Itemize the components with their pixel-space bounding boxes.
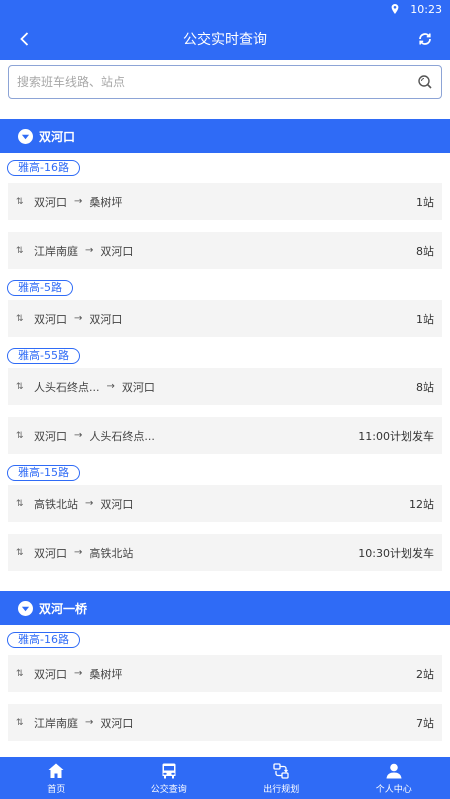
swap-icon: ⇅ — [16, 381, 24, 392]
swap-icon: ⇅ — [16, 717, 24, 728]
search-input[interactable] — [17, 75, 417, 89]
from-stop: 双河口 — [34, 546, 67, 560]
arrow-right-icon: → — [106, 381, 115, 392]
arrow-right-icon: → — [74, 430, 83, 441]
direction-row[interactable]: ⇅ 双河口 → 桑树坪 1站 — [8, 183, 442, 220]
swap-icon: ⇅ — [16, 313, 24, 324]
arrival-info: 11:00计划发车 — [358, 429, 434, 443]
from-stop: 双河口 — [34, 312, 67, 326]
direction-row[interactable]: ⇅ 江岸南庭 → 双河口 8站 — [8, 232, 442, 269]
page-title: 公交实时查询 — [183, 32, 267, 48]
arrival-info: 12站 — [409, 497, 434, 511]
arrival-info: 8站 — [416, 244, 434, 258]
direction-row[interactable]: ⇅ 人头石终点... → 双河口 8站 — [8, 368, 442, 405]
refresh-icon — [419, 33, 431, 45]
route-tag[interactable]: 雅高-55路 — [7, 347, 80, 364]
tab-label: 公交查询 — [150, 784, 187, 795]
direction-row[interactable]: ⇅ 双河口 → 双河口 1站 — [8, 300, 442, 337]
status-bar: 10:23 — [0, 0, 450, 18]
tab-label: 个人中心 — [375, 784, 412, 795]
arrow-right-icon: → — [74, 547, 83, 558]
from-stop: 人头石终点... — [34, 380, 100, 394]
to-stop: 桑树坪 — [89, 667, 123, 681]
swap-icon: ⇅ — [16, 430, 24, 441]
to-stop: 双河口 — [100, 244, 134, 258]
swap-icon: ⇅ — [16, 547, 24, 558]
tab-label: 首页 — [47, 784, 66, 795]
arrival-info: 7站 — [416, 716, 434, 730]
arrival-info: 2站 — [416, 667, 434, 681]
person-icon — [386, 763, 402, 778]
route-tag[interactable]: 雅高-16路 — [7, 160, 80, 176]
from-stop: 双河口 — [34, 429, 67, 443]
tab-home[interactable]: 首页 — [0, 757, 113, 799]
arrival-info: 1站 — [416, 195, 434, 209]
search-box[interactable] — [8, 65, 442, 99]
to-stop: 双河口 — [100, 716, 134, 730]
to-stop: 双河口 — [89, 312, 123, 326]
arrow-right-icon: → — [74, 313, 83, 324]
route-plan-icon — [273, 762, 289, 779]
arrow-right-icon: → — [85, 717, 94, 728]
stop-header[interactable]: 双河口 — [0, 119, 450, 153]
tab-route-plan[interactable]: 出行规划 — [225, 757, 338, 799]
arrival-info: 8站 — [416, 380, 434, 394]
home-icon — [48, 763, 64, 778]
arrow-right-icon: → — [85, 498, 94, 509]
direction-row[interactable]: ⇅ 双河口 → 桑树坪 2站 — [8, 655, 442, 692]
direction-row[interactable]: ⇅ 双河口 → 高铁北站 10:30计划发车 — [8, 534, 442, 571]
stop-name: 双河一桥 — [39, 601, 88, 616]
stop-name: 双河口 — [39, 129, 76, 144]
swap-icon: ⇅ — [16, 245, 24, 256]
arrow-right-icon: → — [74, 196, 83, 207]
tab-bus-query[interactable]: 公交查询 — [113, 757, 226, 799]
status-time: 10:23 — [410, 2, 442, 16]
direction-row[interactable]: ⇅ 高铁北站 → 双河口 12站 — [8, 485, 442, 522]
tab-label: 出行规划 — [263, 784, 300, 795]
chevron-down-icon — [18, 600, 33, 616]
to-stop: 桑树坪 — [89, 195, 123, 209]
to-stop: 人头石终点... — [89, 429, 155, 443]
swap-icon: ⇅ — [16, 668, 24, 679]
to-stop: 高铁北站 — [89, 546, 134, 560]
from-stop: 双河口 — [34, 195, 67, 209]
bottom-tabbar: 首页 公交查询 出行规划 个人中心 — [0, 757, 450, 799]
to-stop: 双河口 — [121, 380, 155, 394]
from-stop: 双河口 — [34, 667, 67, 681]
search-area — [0, 60, 450, 104]
top-navbar: 公交实时查询 — [0, 18, 450, 60]
direction-row[interactable]: ⇅ 江岸南庭 → 双河口 7站 — [8, 704, 442, 741]
route-tag[interactable]: 雅高-15路 — [7, 464, 80, 481]
swap-icon: ⇅ — [16, 498, 24, 509]
to-stop: 双河口 — [100, 497, 134, 511]
search-icon[interactable] — [417, 74, 433, 90]
chevron-left-icon — [20, 32, 29, 46]
swap-icon: ⇅ — [16, 196, 24, 207]
back-button[interactable] — [14, 28, 36, 50]
tab-profile[interactable]: 个人中心 — [338, 757, 450, 799]
arrow-right-icon: → — [85, 245, 94, 256]
location-icon — [391, 4, 399, 14]
stop-header[interactable]: 双河一桥 — [0, 591, 450, 625]
direction-row[interactable]: ⇅ 双河口 → 人头石终点... 11:00计划发车 — [8, 417, 442, 454]
bus-icon — [162, 763, 176, 778]
arrival-info: 1站 — [416, 312, 434, 326]
from-stop: 高铁北站 — [34, 497, 78, 511]
from-stop: 江岸南庭 — [34, 716, 78, 730]
route-tag[interactable]: 雅高-5路 — [7, 279, 73, 296]
arrival-info: 10:30计划发车 — [358, 546, 434, 560]
refresh-button[interactable] — [414, 28, 436, 50]
arrow-right-icon: → — [74, 668, 83, 679]
route-tag[interactable]: 雅高-16路 — [7, 632, 80, 648]
from-stop: 江岸南庭 — [34, 244, 78, 258]
chevron-down-icon — [18, 128, 33, 144]
stop-list: 双河口 雅高-16路 ⇅ 双河口 → 桑树坪 1站 ⇅ 江岸南庭 → 双河口 8… — [0, 104, 450, 757]
